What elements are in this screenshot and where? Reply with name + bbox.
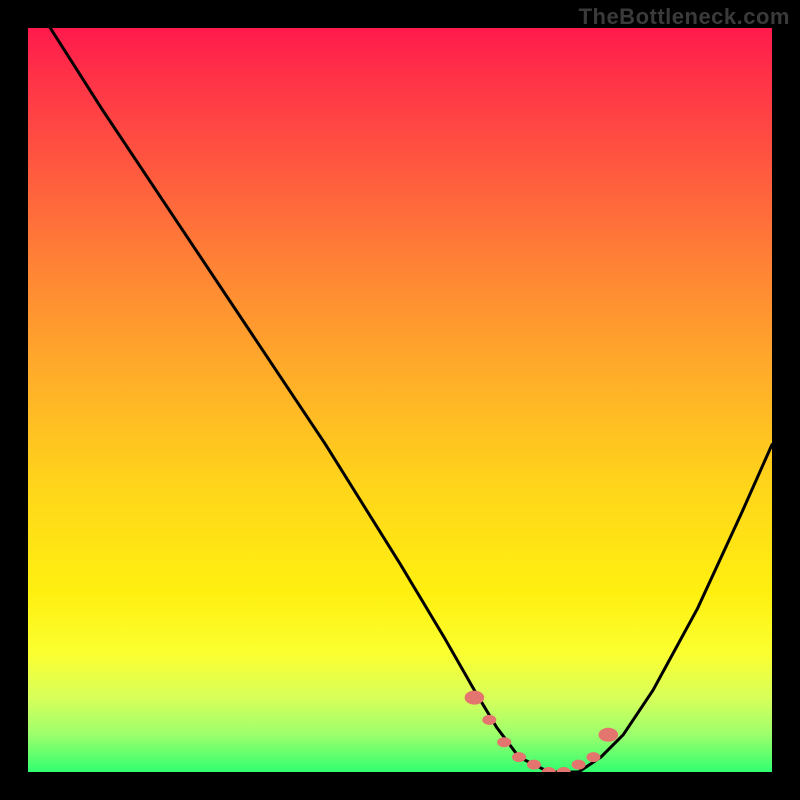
sweet-spot-marker <box>599 728 619 742</box>
sweet-spot-marker <box>482 715 496 725</box>
sweet-spot-markers <box>465 691 618 772</box>
sweet-spot-marker <box>557 767 571 772</box>
chart-svg <box>28 28 772 772</box>
sweet-spot-marker <box>572 760 586 770</box>
chart-container: TheBottleneck.com <box>0 0 800 800</box>
bottleneck-curve <box>50 28 772 772</box>
sweet-spot-marker <box>497 737 511 747</box>
watermark-text: TheBottleneck.com <box>579 4 790 30</box>
sweet-spot-marker <box>512 752 526 762</box>
plot-area <box>28 28 772 772</box>
sweet-spot-marker <box>527 760 541 770</box>
sweet-spot-marker <box>542 767 556 772</box>
sweet-spot-marker <box>586 752 600 762</box>
sweet-spot-marker <box>465 691 485 705</box>
